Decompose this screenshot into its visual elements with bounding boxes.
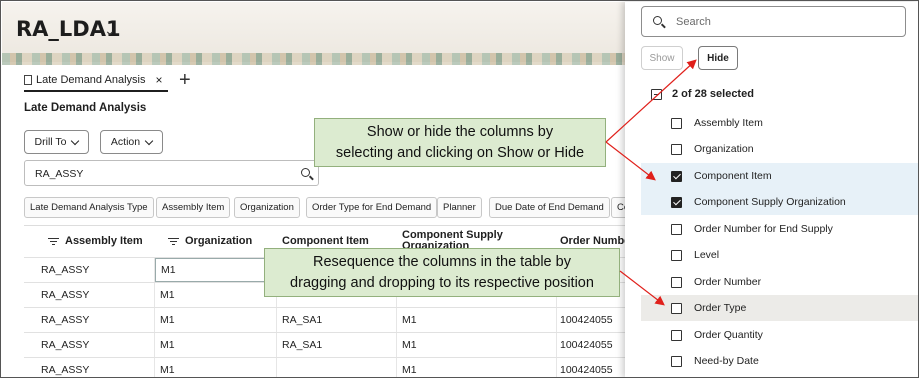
cell: RA_ASSY <box>24 333 155 357</box>
column-option-label: Organization <box>694 143 754 155</box>
search-icon <box>653 16 662 25</box>
column-option-assembly-item[interactable]: Assembly Item <box>643 110 918 136</box>
tab-label: Late Demand Analysis <box>36 74 146 86</box>
hide-button[interactable]: Hide <box>698 46 738 70</box>
chip-late-demand-analysis-type[interactable]: Late Demand Analysis Type <box>24 197 154 218</box>
checkbox[interactable] <box>671 355 682 367</box>
column-option-organization[interactable]: Organization <box>643 136 918 162</box>
column-option-label: Need-by Date <box>694 355 759 367</box>
checkbox[interactable] <box>671 117 682 129</box>
checkbox[interactable] <box>671 329 682 341</box>
header-label: Order Numbe <box>560 234 631 247</box>
column-option-label: Level <box>694 249 720 261</box>
chevron-down-icon <box>71 136 80 145</box>
column-option-component-supply-organization[interactable]: Component Supply Organization <box>641 189 918 215</box>
column-option-label: Component Supply Organization <box>694 196 846 208</box>
drill-to-label: Drill To <box>34 136 67 148</box>
table-row[interactable]: RA_ASSY M1 RA_SA1 M1 100424055 <box>24 332 634 357</box>
column-option-need-by-date[interactable]: Need-by Date <box>643 348 918 374</box>
callout-line: dragging and dropping to its respective … <box>290 275 594 291</box>
action-button[interactable]: Action <box>100 130 163 154</box>
cell: RA_SA1 <box>277 333 397 357</box>
cell: RA_SA1 <box>277 308 397 332</box>
chip-organization[interactable]: Organization <box>234 197 300 218</box>
search-icon[interactable] <box>301 168 310 177</box>
cell: RA_ASSY <box>24 358 155 377</box>
search-value: RA_ASSY <box>35 168 84 180</box>
cell-selected[interactable]: M1 <box>155 258 277 282</box>
column-option-label: Order Type <box>694 302 747 314</box>
column-option-order-quantity[interactable]: Order Quantity <box>643 322 918 348</box>
checkbox[interactable] <box>671 223 682 235</box>
callout-line: Resequence the columns in the table by <box>313 254 571 270</box>
selection-count: 2 of 28 selected <box>672 88 754 100</box>
column-option-component-item[interactable]: Component Item <box>641 163 918 189</box>
column-option-order-number-for-end-supply[interactable]: Order Number for End Supply <box>643 216 918 242</box>
header-label: Assembly Item <box>65 234 143 247</box>
checkbox-checked[interactable] <box>671 170 682 182</box>
table-row[interactable]: RA_ASSY M1 M1 100424055 <box>24 357 634 377</box>
cell: 100424055 <box>560 314 613 326</box>
tab-late-demand-analysis[interactable]: Late Demand Analysis × <box>24 70 169 92</box>
select-all-checkbox[interactable] <box>651 88 662 100</box>
document-icon <box>24 75 32 85</box>
header-assembly-item[interactable]: Assembly Item <box>44 226 162 256</box>
cell: M1 <box>397 333 557 357</box>
screenshot-frame: RA_LDA1 ⌄ Late Demand Analysis × + Late … <box>0 0 919 378</box>
add-tab-icon[interactable]: + <box>179 69 191 92</box>
callout-line: Show or hide the columns by <box>366 124 554 140</box>
checkbox-checked[interactable] <box>671 196 682 208</box>
callout-resequence: Resequence the columns in the table by d… <box>264 248 620 297</box>
drill-to-button[interactable]: Drill To <box>24 130 89 154</box>
column-option-label: Assembly Item <box>694 117 763 129</box>
columns-panel: Search Show Hide 2 of 28 selected Assemb… <box>625 2 918 377</box>
chip-order-type-for-end-demand[interactable]: Order Type for End Demand <box>306 197 438 218</box>
search-input[interactable]: RA_ASSY <box>24 160 319 186</box>
cell: RA_ASSY <box>24 258 155 282</box>
checkbox[interactable] <box>671 302 682 314</box>
section-title: Late Demand Analysis <box>24 102 147 114</box>
header-label: Component Item <box>282 234 369 247</box>
column-option-label: Order Number <box>694 276 762 288</box>
show-button[interactable]: Show <box>641 46 683 70</box>
cell: 100424055 <box>560 364 613 376</box>
cell: RA_ASSY <box>24 308 155 332</box>
checkbox[interactable] <box>671 143 682 155</box>
chevron-down-icon[interactable]: ⌄ <box>104 22 116 39</box>
table-row[interactable]: RA_ASSY M1 RA_SA1 M1 100424055 <box>24 307 634 332</box>
sort-icon[interactable] <box>48 237 59 245</box>
column-option-order-number[interactable]: Order Number <box>643 269 918 295</box>
selection-summary[interactable]: 2 of 28 selected <box>651 88 754 100</box>
checkbox[interactable] <box>671 276 682 288</box>
cell: M1 <box>155 333 277 357</box>
chip-due-date-of-end-demand[interactable]: Due Date of End Demand <box>489 197 610 218</box>
column-option-label: Order Number for End Supply <box>694 223 833 235</box>
column-search-input[interactable]: Search <box>641 6 906 37</box>
cell: 100424055 <box>560 339 613 351</box>
cell: M1 <box>155 308 277 332</box>
column-option-order-type[interactable]: Order Type <box>641 295 918 321</box>
chevron-down-icon <box>144 136 154 145</box>
column-option-label: Component Item <box>694 170 772 182</box>
header-label: Organization <box>185 234 253 247</box>
cell: RA_ASSY <box>24 283 155 307</box>
checkbox[interactable] <box>671 249 682 261</box>
action-label: Action <box>110 136 141 148</box>
sort-icon[interactable] <box>168 237 179 245</box>
chip-planner[interactable]: Planner <box>437 197 482 218</box>
column-option-level[interactable]: Level <box>643 242 918 268</box>
cell: M1 <box>397 358 557 377</box>
cell <box>277 358 397 377</box>
column-option-label: Order Quantity <box>694 329 763 341</box>
search-placeholder: Search <box>676 16 711 28</box>
chip-assembly-item[interactable]: Assembly Item <box>156 197 231 218</box>
callout-show-hide: Show or hide the columns by selecting an… <box>314 118 606 167</box>
cell: M1 <box>155 358 277 377</box>
callout-line: selecting and clicking on Show or Hide <box>335 145 585 161</box>
cell: M1 <box>397 308 557 332</box>
cell: M1 <box>155 283 277 307</box>
close-icon[interactable]: × <box>155 73 162 87</box>
